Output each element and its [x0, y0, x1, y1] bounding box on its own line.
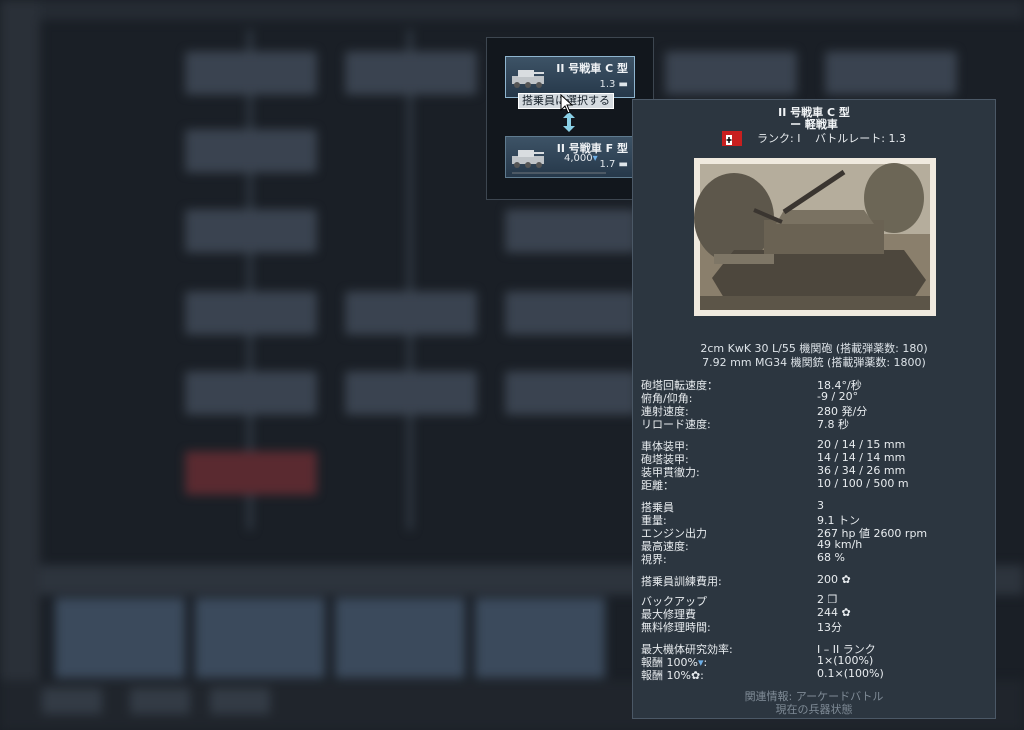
tree-connector — [408, 30, 412, 530]
silver-lions-icon: ✿ — [841, 606, 851, 619]
double-arrow-icon — [563, 112, 575, 132]
tree-vehicle-card[interactable] — [186, 210, 316, 252]
stat-row: 搭乗員訓練費用: 200 ✿ — [641, 573, 851, 588]
rank-sidebar — [0, 0, 40, 730]
crew-slot[interactable] — [55, 598, 185, 678]
tree-premium-card[interactable] — [186, 452, 316, 494]
stat-row: バックアップ 2 ❐ — [641, 593, 838, 608]
crew-slot[interactable] — [335, 598, 465, 678]
stat-row: 砲塔回転速度： 18.4°/秒 — [641, 379, 862, 392]
vehicle-name: II 号戦車 C 型 — [556, 62, 628, 75]
vehicle-tooltip: II 号戦車 C 型 ー 軽戦車 ランク: I バトルレート: 1.3 2cm … — [632, 99, 996, 719]
tree-vehicle-card[interactable] — [346, 292, 476, 334]
tree-vehicle-card[interactable] — [186, 52, 316, 94]
tank-icon — [512, 70, 544, 88]
current-state: 現在の兵器状態 — [775, 703, 853, 716]
tree-vehicle-card[interactable] — [186, 292, 316, 334]
research-progress-bar — [512, 172, 606, 174]
bottom-button[interactable] — [42, 688, 102, 714]
tree-vehicle-card[interactable] — [506, 292, 636, 334]
stat-row: 最大修理費 244 ✿ — [641, 606, 851, 621]
battle-rating: 1.3 ▬ — [599, 79, 628, 90]
top-bar — [0, 0, 1024, 20]
stat-row: 装甲貫徹力: 36 / 34 / 26 mm — [641, 464, 906, 479]
tree-vehicle-card[interactable] — [346, 52, 476, 94]
stat-row: 最大機体研究効率: I – II ランク — [641, 643, 876, 656]
silver-lions-icon: ✿ — [841, 573, 851, 586]
tree-vehicle-card[interactable] — [826, 52, 956, 94]
crew-slot[interactable] — [195, 598, 325, 678]
stat-row: 報酬 100%▾: 1×(100%) — [641, 654, 874, 669]
tree-vehicle-card[interactable] — [346, 372, 476, 414]
tree-vehicle-card[interactable] — [506, 372, 636, 414]
bottom-button[interactable] — [210, 688, 270, 714]
nation-flag-icon — [722, 131, 742, 146]
stat-row: 連射速度: 280 発/分 — [641, 405, 868, 418]
vehicle-card-pz2c[interactable]: II 号戦車 C 型 1.3 ▬ — [505, 56, 635, 98]
rank-line: ランク: I バトルレート: 1.3 — [757, 132, 906, 145]
battle-rating: 1.7 ▬ — [599, 159, 628, 170]
stat-row: 車体装甲: 20 / 14 / 15 mm — [641, 438, 906, 453]
backup-icon: ❐ — [827, 593, 838, 606]
bottom-button[interactable] — [130, 688, 190, 714]
tank-icon — [512, 150, 544, 168]
vehicle-card-pz2f[interactable]: II 号戦車 F 型 4,000▾ 1.7 ▬ — [505, 136, 635, 178]
stat-row: 距離： 10 / 100 / 500 m — [641, 477, 909, 492]
crew-slot[interactable] — [475, 598, 605, 678]
research-cost: 4,000▾ — [564, 153, 598, 164]
stat-row: リロード速度: 7.8 秒 — [641, 418, 849, 431]
silver-lions-icon: ✿ — [690, 669, 701, 682]
mouse-cursor-icon — [560, 94, 574, 114]
stat-row: 報酬 10%✿: 0.1×(100%) — [641, 667, 884, 682]
tree-vehicle-card[interactable] — [186, 372, 316, 414]
stat-row: 無料修理時間: 13分 — [641, 621, 842, 634]
stat-row: 最高速度: 49 km/h — [641, 538, 863, 553]
vehicle-photo — [694, 158, 936, 316]
stat-row: 視界: 68 % — [641, 551, 845, 566]
stat-row: 搭乗員 3 — [641, 499, 824, 514]
weapon-secondary: 7.92 mm MG34 機関銃 (搭載弾薬数: 1800) — [702, 356, 926, 369]
tree-vehicle-card[interactable] — [666, 52, 796, 94]
stat-row: 重量: 9.1 トン — [641, 514, 860, 527]
tree-vehicle-card[interactable] — [186, 130, 316, 172]
stat-row: 砲塔装甲: 14 / 14 / 14 mm — [641, 451, 906, 466]
stat-row: 俯角/仰角: -9 / 20° — [641, 390, 859, 405]
tree-vehicle-card[interactable] — [506, 210, 636, 252]
stat-row: エンジン出力 267 hp 値 2600 rpm — [641, 527, 928, 540]
research-point-icon: ▾ — [592, 153, 598, 164]
